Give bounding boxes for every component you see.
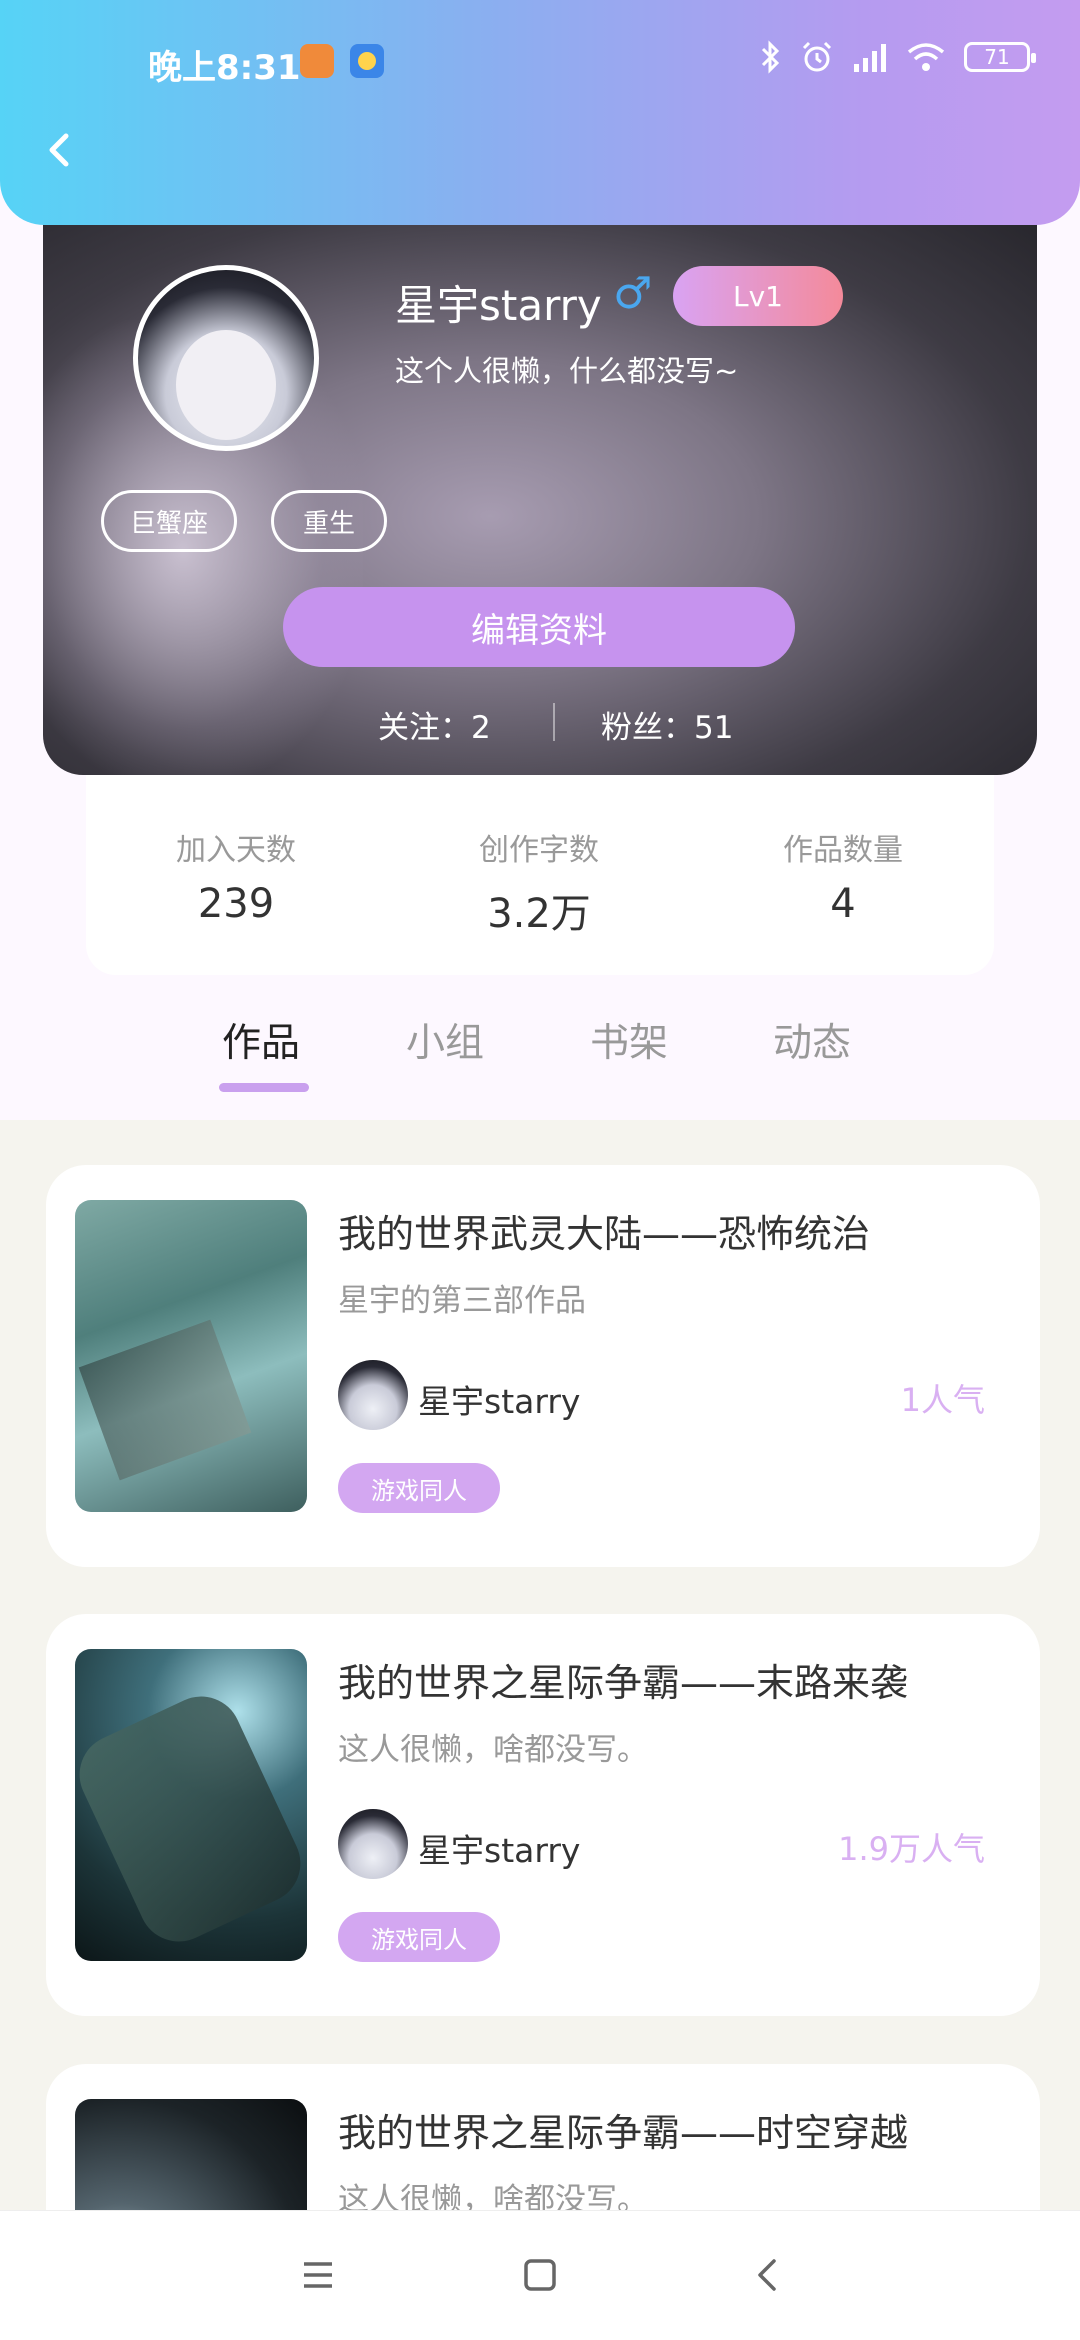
home-icon[interactable]: [520, 2255, 560, 2295]
header-bar: 晚上8:31 71: [0, 0, 1080, 225]
stat-label: 作品数量: [783, 833, 903, 868]
work-subtitle: 星宇的第三部作品: [338, 1283, 586, 1319]
notification-app-icon: [300, 44, 334, 78]
tab-groups[interactable]: 小组: [406, 1012, 484, 1068]
signal-icon: [854, 44, 886, 72]
user-name: 星宇starry: [395, 281, 602, 330]
fans-count[interactable]: 粉丝：51: [601, 702, 733, 747]
genre-tag[interactable]: 游戏同人: [338, 1463, 500, 1513]
tag-rebirth[interactable]: 重生: [271, 490, 387, 552]
work-cover-image[interactable]: [75, 1200, 307, 1512]
stat-value: 4: [830, 881, 856, 927]
work-cover-image[interactable]: [75, 1649, 307, 1961]
menu-icon[interactable]: [298, 2255, 338, 2295]
tab-works[interactable]: 作品: [222, 1012, 300, 1068]
notification-app-icon-2: [350, 44, 384, 78]
status-time: 晚上8:31: [148, 48, 301, 88]
popularity: 1人气: [900, 1381, 985, 1419]
battery-icon: 71: [964, 42, 1036, 72]
back-arrow-icon[interactable]: [40, 130, 80, 170]
level-badge: Lv1: [673, 266, 843, 326]
status-icons: 71: [760, 40, 1036, 74]
popularity: 1.9万人气: [838, 1830, 985, 1868]
back-icon[interactable]: [748, 2255, 788, 2295]
stat-value: 239: [197, 881, 275, 927]
system-nav-bar: [0, 2210, 1080, 2340]
edit-profile-button[interactable]: 编辑资料: [283, 587, 795, 667]
genre-tag[interactable]: 游戏同人: [338, 1912, 500, 1962]
work-title: 我的世界之星际争霸——末路来袭: [338, 1661, 909, 1705]
alarm-icon: [802, 41, 832, 72]
avatar[interactable]: [133, 265, 319, 451]
user-bio: 这个人很懒，什么都没写~: [395, 354, 739, 388]
author-name[interactable]: 星宇starry: [418, 1824, 580, 1872]
work-title: 我的世界武灵大陆——恐怖统治: [338, 1212, 871, 1256]
author-name[interactable]: 星宇starry: [418, 1375, 580, 1423]
stat-join-days: 加入天数 239: [116, 825, 356, 927]
author-avatar[interactable]: [338, 1809, 408, 1879]
author-avatar[interactable]: [338, 1360, 408, 1430]
wifi-icon: [907, 43, 945, 71]
work-subtitle: 这人很懒，啥都没写。: [338, 1732, 648, 1768]
work-card[interactable]: 我的世界之星际争霸——末路来袭 这人很懒，啥都没写。 星宇starry 1.9万…: [46, 1614, 1040, 2016]
stat-label: 加入天数: [176, 833, 296, 868]
gender-male-icon: ♂: [613, 268, 653, 319]
work-card[interactable]: 我的世界武灵大陆——恐怖统治 星宇的第三部作品 星宇starry 1人气 游戏同…: [46, 1165, 1040, 1567]
active-tab-indicator: [219, 1083, 309, 1092]
stat-divider: [553, 703, 555, 741]
work-title: 我的世界之星际争霸——时空穿越: [338, 2111, 909, 2155]
tab-activity[interactable]: 动态: [773, 1012, 851, 1068]
stat-value: 3.2万: [487, 891, 591, 937]
stat-label: 创作字数: [479, 833, 599, 868]
profile-card: 星宇starry ♂ Lv1 这个人很懒，什么都没写~ 巨蟹座 重生 编辑资料 …: [43, 200, 1037, 775]
following-count[interactable]: 关注：2: [378, 702, 491, 747]
stat-word-count: 创作字数 3.2万: [419, 825, 659, 939]
tab-bookshelf[interactable]: 书架: [590, 1012, 668, 1068]
bluetooth-icon: [761, 40, 780, 74]
stats-panel: 加入天数 239 创作字数 3.2万 作品数量 4: [86, 775, 994, 975]
tag-zodiac[interactable]: 巨蟹座: [101, 490, 237, 552]
stat-works-count: 作品数量 4: [723, 825, 963, 927]
